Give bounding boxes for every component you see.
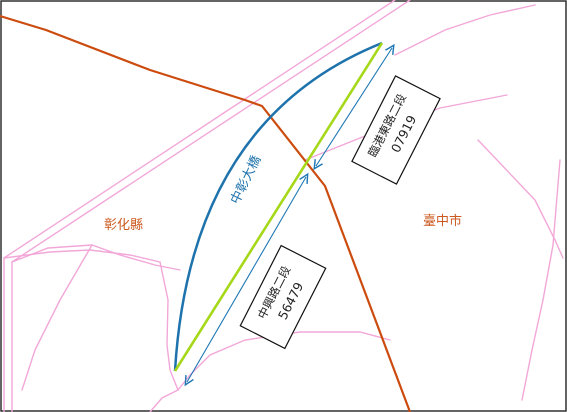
map-frame (0, 0, 567, 412)
map-svg: 彰化縣 臺中市 中彰大橋 臨港東路二段 07919 中興路二段 56479 (0, 0, 567, 412)
west-region-label: 彰化縣 (104, 217, 143, 233)
east-region-label: 臺中市 (423, 213, 462, 229)
map-canvas: 彰化縣 臺中市 中彰大橋 臨港東路二段 07919 中興路二段 56479 (0, 0, 567, 412)
